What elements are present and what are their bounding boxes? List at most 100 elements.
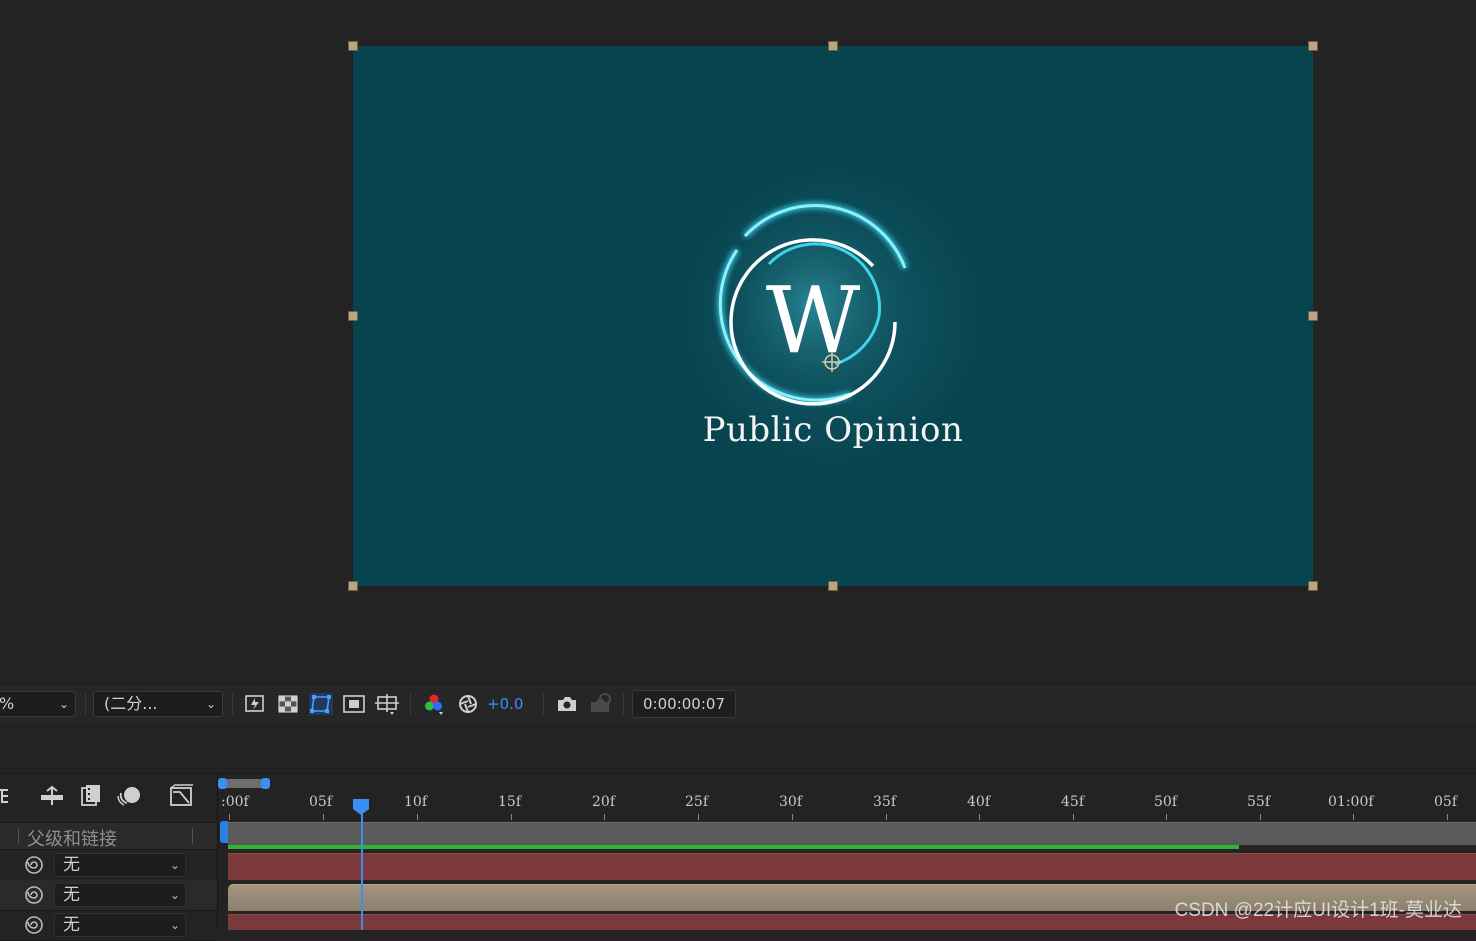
viewer-toolbar: % ⌄ (二分... ⌄ +0.0 0:00:00:07 — [0, 684, 1476, 724]
transform-handle-bottom-left[interactable] — [348, 581, 358, 591]
graph-editor-icon[interactable] — [168, 784, 194, 808]
toolbar-divider — [623, 693, 624, 715]
column-divider — [192, 828, 193, 844]
render-cache-bar — [228, 845, 1239, 849]
ruler-tick — [1073, 814, 1074, 820]
ruler-label: 01:00f — [1328, 794, 1374, 810]
chevron-down-icon: ⌄ — [169, 918, 180, 932]
snapshot-icon[interactable] — [555, 693, 579, 715]
ruler-tick — [604, 814, 605, 820]
resolution-value: (二分... — [104, 694, 158, 713]
ruler-label: 05f — [1434, 794, 1457, 810]
resolution-select[interactable]: (二分... ⌄ — [93, 691, 223, 717]
layer-row[interactable]: 无 ⌄ — [0, 880, 217, 911]
transform-handle-top-right[interactable] — [1308, 41, 1318, 51]
shy-icon[interactable] — [0, 784, 20, 808]
ruler-tick — [229, 814, 230, 820]
composition-frame[interactable]: W Public Opinion — [353, 46, 1313, 586]
ruler-tick — [979, 814, 980, 820]
mask-path-icon[interactable] — [309, 693, 333, 715]
layer-row[interactable]: 无 ⌄ — [0, 850, 217, 881]
chevron-down-icon: ⌄ — [169, 858, 180, 872]
parent-select[interactable]: 无 ⌄ — [54, 883, 186, 907]
show-snapshot-icon[interactable] — [588, 693, 612, 715]
ruler-tick — [698, 814, 699, 820]
time-ruler[interactable]: :00f 05f 10f 15f 20f 25f 30f 35f 40f 45f… — [218, 790, 1476, 820]
parent-select[interactable]: 无 ⌄ — [54, 913, 186, 937]
ruler-label: 30f — [779, 794, 802, 810]
chevron-down-icon: ⌄ — [58, 697, 69, 711]
toolbar-divider — [232, 693, 233, 715]
exposure-value[interactable]: +0.0 — [487, 695, 523, 713]
color-channel-icon[interactable] — [422, 693, 446, 715]
parent-link-column-label[interactable]: 父级和链接 — [27, 825, 117, 851]
motion-blur-icon[interactable] — [117, 784, 143, 808]
transform-handle-top-left[interactable] — [348, 41, 358, 51]
comp-start-marker[interactable] — [220, 821, 228, 843]
toolbar-divider — [85, 693, 86, 715]
frame-blending-icon[interactable] — [78, 784, 104, 808]
ruler-label: 55f — [1247, 794, 1270, 810]
current-time-display[interactable]: 0:00:00:07 — [632, 690, 736, 718]
watermark-text: CSDN @22计应UI设计1班-莫业达 — [1174, 900, 1462, 921]
ruler-tick — [1447, 814, 1448, 820]
ruler-tick — [417, 814, 418, 820]
ruler-label: 25f — [685, 794, 708, 810]
chevron-down-icon: ⌄ — [205, 697, 216, 711]
zoom-select[interactable]: % ⌄ — [0, 691, 76, 717]
work-area-bar[interactable] — [218, 776, 270, 790]
transform-handle-middle-left[interactable] — [348, 311, 358, 321]
chevron-down-icon: ⌄ — [169, 888, 180, 902]
ruler-label: 35f — [873, 794, 896, 810]
reset-exposure-icon[interactable] — [456, 693, 480, 715]
parent-value: 无 — [63, 915, 80, 935]
transparency-grid-icon[interactable] — [276, 693, 300, 715]
logo-letter: W — [766, 267, 861, 374]
ruler-label: 20f — [592, 794, 615, 810]
safe-area-icon[interactable] — [342, 693, 366, 715]
column-divider — [18, 828, 19, 844]
zoom-value: % — [0, 694, 15, 713]
column-header: 父级和链接 — [0, 822, 217, 850]
preview-region-icon[interactable] — [243, 693, 267, 715]
transform-handle-top-center[interactable] — [828, 41, 838, 51]
ruler-tick — [1353, 814, 1354, 820]
transform-handle-bottom-right[interactable] — [1308, 581, 1318, 591]
ruler-label: :00f — [221, 794, 249, 810]
toolbar-divider — [410, 693, 411, 715]
layer-row[interactable]: 无 ⌄ — [0, 910, 217, 941]
ruler-tick — [792, 814, 793, 820]
layer-duration-bar[interactable] — [228, 853, 1476, 880]
playhead-line[interactable] — [361, 812, 363, 930]
transform-handle-middle-right[interactable] — [1308, 311, 1318, 321]
brand-title: Public Opinion — [702, 410, 964, 450]
ruler-label: 50f — [1154, 794, 1177, 810]
parent-select[interactable]: 无 ⌄ — [54, 853, 186, 877]
composition-duration-bar[interactable] — [228, 822, 1476, 845]
timeline-layer-panel: 父级和链接 无 ⌄ 无 ⌄ 无 ⌄ — [0, 774, 218, 941]
pickwhip-icon[interactable] — [24, 855, 44, 875]
logo-emblem: W — [703, 194, 923, 414]
playhead-handle[interactable] — [352, 798, 370, 816]
pickwhip-icon[interactable] — [24, 885, 44, 905]
transform-handle-bottom-center[interactable] — [828, 581, 838, 591]
ruler-label: 10f — [404, 794, 427, 810]
ruler-tick — [1260, 814, 1261, 820]
timecode-value: 0:00:00:07 — [643, 695, 725, 713]
parent-value: 无 — [63, 885, 80, 905]
parent-value: 无 — [63, 855, 80, 875]
grid-guides-icon[interactable] — [375, 693, 399, 715]
ruler-label: 40f — [967, 794, 990, 810]
ruler-tick — [323, 814, 324, 820]
composition-viewer[interactable]: W Public Opinion — [0, 0, 1476, 684]
ruler-tick — [511, 814, 512, 820]
toolbar-divider — [543, 693, 544, 715]
draft-3d-icon[interactable] — [39, 784, 65, 808]
panel-gap — [0, 723, 1476, 774]
ruler-label: 15f — [498, 794, 521, 810]
ruler-tick — [1166, 814, 1167, 820]
ruler-label: 05f — [309, 794, 332, 810]
pickwhip-icon[interactable] — [24, 915, 44, 935]
ruler-tick — [886, 814, 887, 820]
ruler-label: 45f — [1061, 794, 1084, 810]
